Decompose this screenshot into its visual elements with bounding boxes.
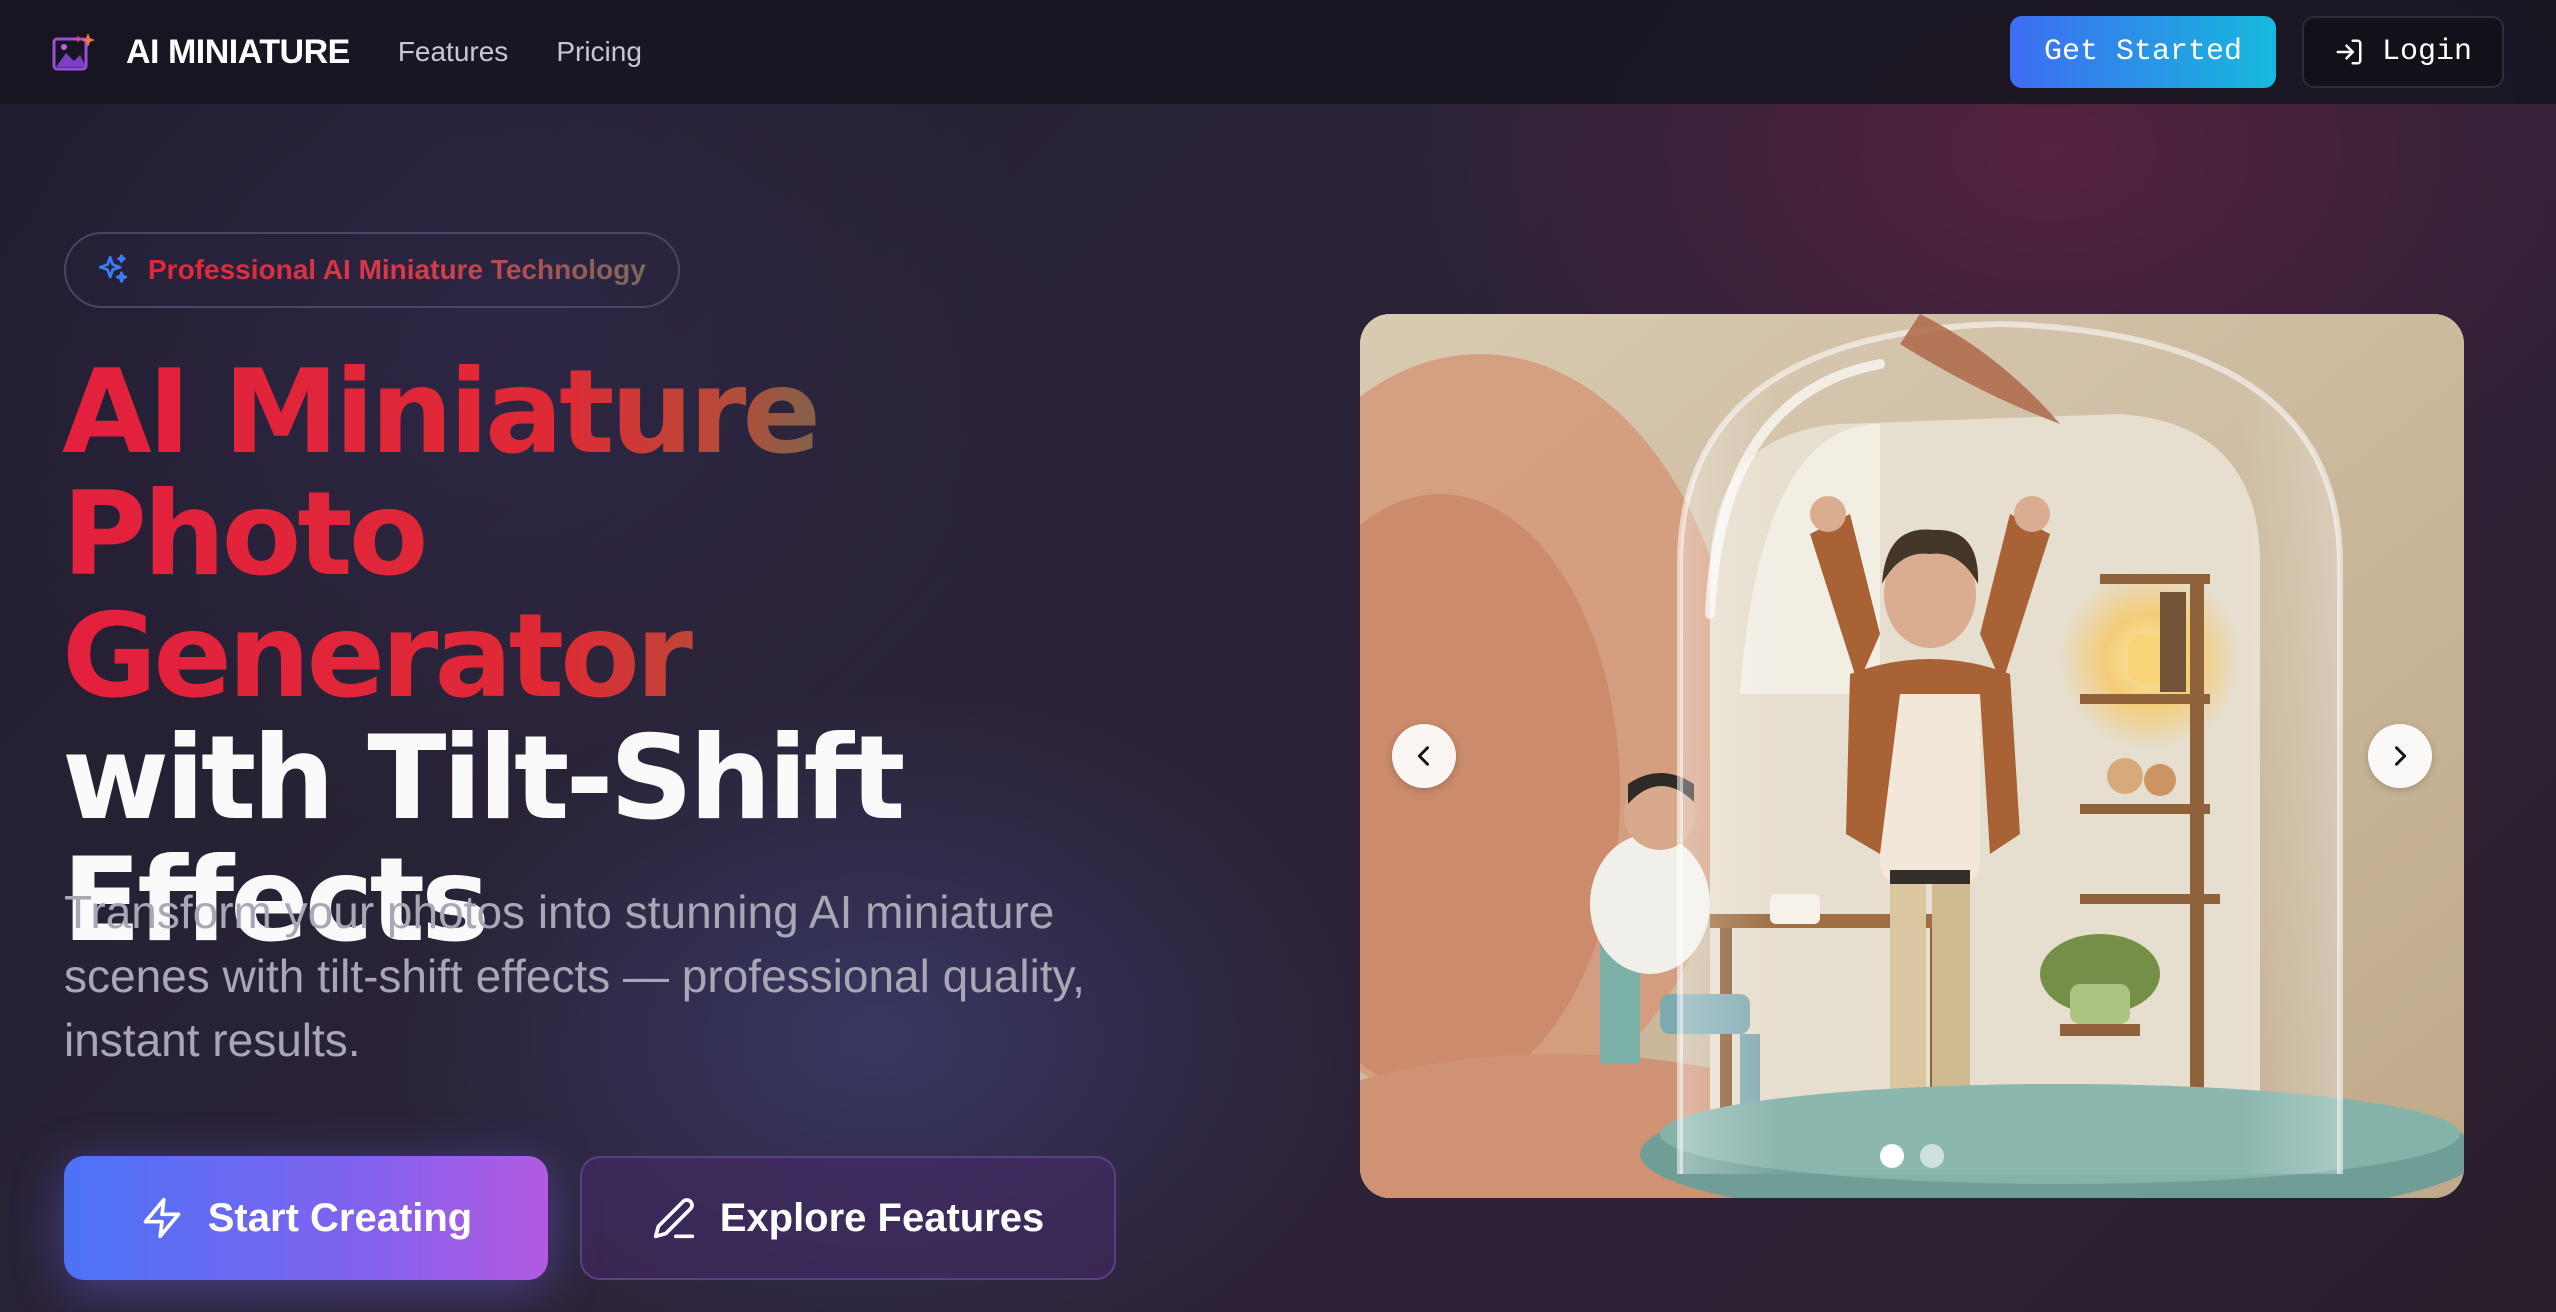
carousel-dot-1[interactable] (1880, 1144, 1904, 1168)
top-navbar: AI MINIATURE Features Pricing Get Starte… (0, 0, 2556, 104)
carousel-prev-button[interactable] (1392, 724, 1456, 788)
nav-link-pricing[interactable]: Pricing (556, 36, 642, 68)
get-started-label: Get Started (2043, 35, 2242, 69)
login-arrow-icon (2336, 39, 2362, 65)
chevron-right-icon (2395, 746, 2407, 766)
brand-name[interactable]: AI MINIATURE (126, 33, 350, 72)
headline-line-3: with Tilt-Shift (62, 711, 905, 846)
nav-actions: Get Started Login (2009, 16, 2504, 88)
carousel-next-button[interactable] (2368, 724, 2432, 788)
start-creating-button[interactable]: Start Creating (64, 1156, 548, 1280)
technology-badge: Professional AI Miniature Technology (64, 232, 680, 308)
explore-features-button[interactable]: Explore Features (580, 1156, 1116, 1280)
chevron-left-icon (1417, 746, 1429, 766)
headline-line-1: AI Miniature Photo (62, 352, 1162, 596)
hero-headline: AI Miniature Photo Generator with Tilt-S… (62, 352, 1162, 962)
miniature-scene-image (1360, 314, 2464, 1198)
login-label: Login (2381, 35, 2472, 69)
login-button[interactable]: Login (2301, 16, 2504, 88)
hero-subtitle: Transform your photos into stunning AI m… (64, 886, 1085, 1066)
pencil-icon (653, 1198, 694, 1239)
start-creating-label: Start Creating (207, 1195, 473, 1240)
get-started-button[interactable]: Get Started (2009, 16, 2276, 88)
logo-icon[interactable] (52, 31, 98, 73)
badge-text: Professional AI Miniature Technology (148, 254, 646, 285)
sparkles-icon (98, 254, 128, 283)
carousel-dots (1360, 1144, 2464, 1168)
explore-features-label: Explore Features (719, 1195, 1045, 1240)
nav-link-features[interactable]: Features (398, 36, 509, 68)
headline-line-2: Generator (62, 596, 1162, 718)
image-carousel[interactable] (1360, 314, 2464, 1198)
carousel-dot-2[interactable] (1920, 1144, 1944, 1168)
lightning-icon (143, 1197, 181, 1239)
